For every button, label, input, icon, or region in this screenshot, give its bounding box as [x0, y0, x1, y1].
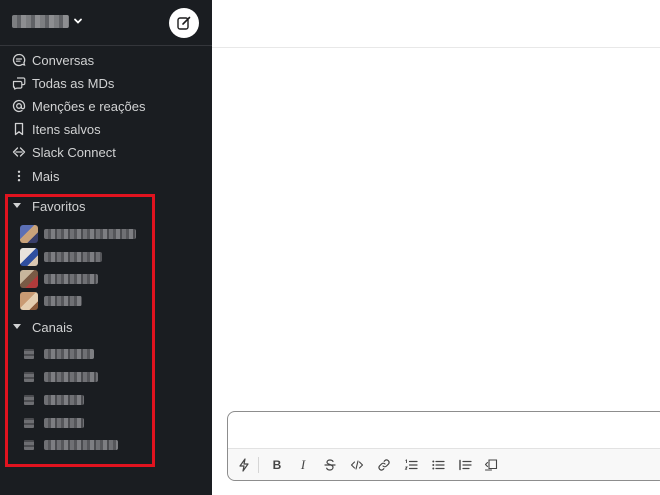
italic-label: I — [300, 457, 306, 472]
channel-item[interactable] — [0, 389, 150, 409]
avatar — [20, 248, 38, 266]
section-label: Favoritos — [32, 199, 86, 214]
header-divider — [212, 47, 660, 48]
workspace-header — [0, 0, 212, 46]
blurred-channel-name — [44, 440, 118, 450]
section-channels-header[interactable]: Canais — [0, 318, 160, 338]
avatar — [20, 270, 38, 288]
strikethrough-button[interactable] — [322, 457, 338, 473]
favorite-item[interactable] — [0, 290, 150, 310]
nav-item-mentions[interactable]: Menções e reações — [0, 96, 212, 118]
code-block-icon — [484, 459, 498, 471]
channel-item[interactable] — [0, 343, 150, 363]
hash-icon — [24, 440, 34, 450]
channel-item[interactable] — [0, 434, 150, 454]
section-favorites-header[interactable]: Favoritos — [0, 197, 160, 217]
code-button[interactable] — [349, 457, 365, 473]
nav-item-conversas[interactable]: Conversas — [0, 50, 212, 72]
favorite-item[interactable] — [0, 246, 150, 266]
nav-item-label: Conversas — [32, 53, 95, 68]
blurred-name — [44, 296, 82, 306]
nav-item-slack-connect[interactable]: Slack Connect — [0, 142, 212, 164]
blurred-name — [44, 252, 102, 262]
blockquote-button[interactable] — [457, 457, 473, 473]
hash-icon — [24, 372, 34, 382]
link-icon — [378, 459, 390, 471]
avatar — [20, 225, 38, 243]
nav-item-all-dms[interactable]: Todas as MDs — [0, 73, 212, 95]
code-icon — [350, 460, 364, 470]
caret-down-icon — [13, 324, 21, 329]
nav-item-saved[interactable]: Itens salvos — [0, 119, 212, 141]
nav-item-more[interactable]: Mais — [0, 166, 212, 188]
bold-button[interactable]: B — [269, 457, 285, 473]
favorite-item[interactable] — [0, 268, 150, 288]
slack-connect-icon — [12, 145, 26, 159]
bookmark-icon — [12, 122, 26, 136]
blurred-channel-name — [44, 418, 84, 428]
blurred-channel-name — [44, 372, 98, 382]
message-composer: B I — [227, 411, 660, 481]
blurred-name — [44, 229, 136, 239]
section-label: Canais — [32, 320, 73, 335]
channel-item[interactable] — [0, 412, 150, 432]
hash-icon — [24, 418, 34, 428]
channel-item[interactable] — [0, 366, 150, 386]
code-block-button[interactable] — [483, 457, 499, 473]
message-input[interactable] — [228, 412, 660, 448]
at-sign-icon — [12, 99, 26, 113]
threads-icon — [12, 53, 26, 67]
bold-label: B — [272, 458, 282, 472]
workspace-name-blurred[interactable] — [12, 15, 69, 28]
chevron-down-icon[interactable] — [73, 15, 83, 27]
ordered-list-icon — [404, 459, 418, 470]
blurred-name — [44, 274, 98, 284]
blurred-channel-name — [44, 349, 94, 359]
caret-down-icon — [13, 203, 21, 208]
blurred-channel-name — [44, 395, 84, 405]
nav-item-label: Itens salvos — [32, 122, 101, 137]
nav-item-label: Menções e reações — [32, 99, 146, 114]
italic-button[interactable]: I — [295, 457, 311, 473]
blockquote-icon — [459, 459, 472, 471]
link-button[interactable] — [376, 457, 392, 473]
nav-item-label: Todas as MDs — [32, 76, 115, 91]
compose-button[interactable] — [169, 8, 199, 38]
favorite-item[interactable] — [0, 223, 150, 243]
sidebar: Conversas Todas as MDs Menções e reações… — [0, 0, 212, 495]
hash-icon — [24, 395, 34, 405]
bulleted-list-button[interactable] — [430, 457, 446, 473]
shortcuts-lightning-icon[interactable] — [236, 457, 252, 473]
formatting-toolbar: B I — [228, 448, 660, 480]
toolbar-divider — [258, 457, 259, 473]
nav-item-label: Slack Connect — [32, 145, 116, 160]
hash-icon — [24, 349, 34, 359]
more-vertical-icon — [12, 169, 26, 183]
nav-item-label: Mais — [32, 169, 60, 184]
bulleted-list-icon — [432, 460, 445, 470]
ordered-list-button[interactable] — [403, 457, 419, 473]
direct-messages-icon — [12, 76, 26, 90]
compose-icon — [177, 16, 191, 30]
avatar — [20, 292, 38, 310]
strikethrough-icon — [324, 459, 336, 471]
